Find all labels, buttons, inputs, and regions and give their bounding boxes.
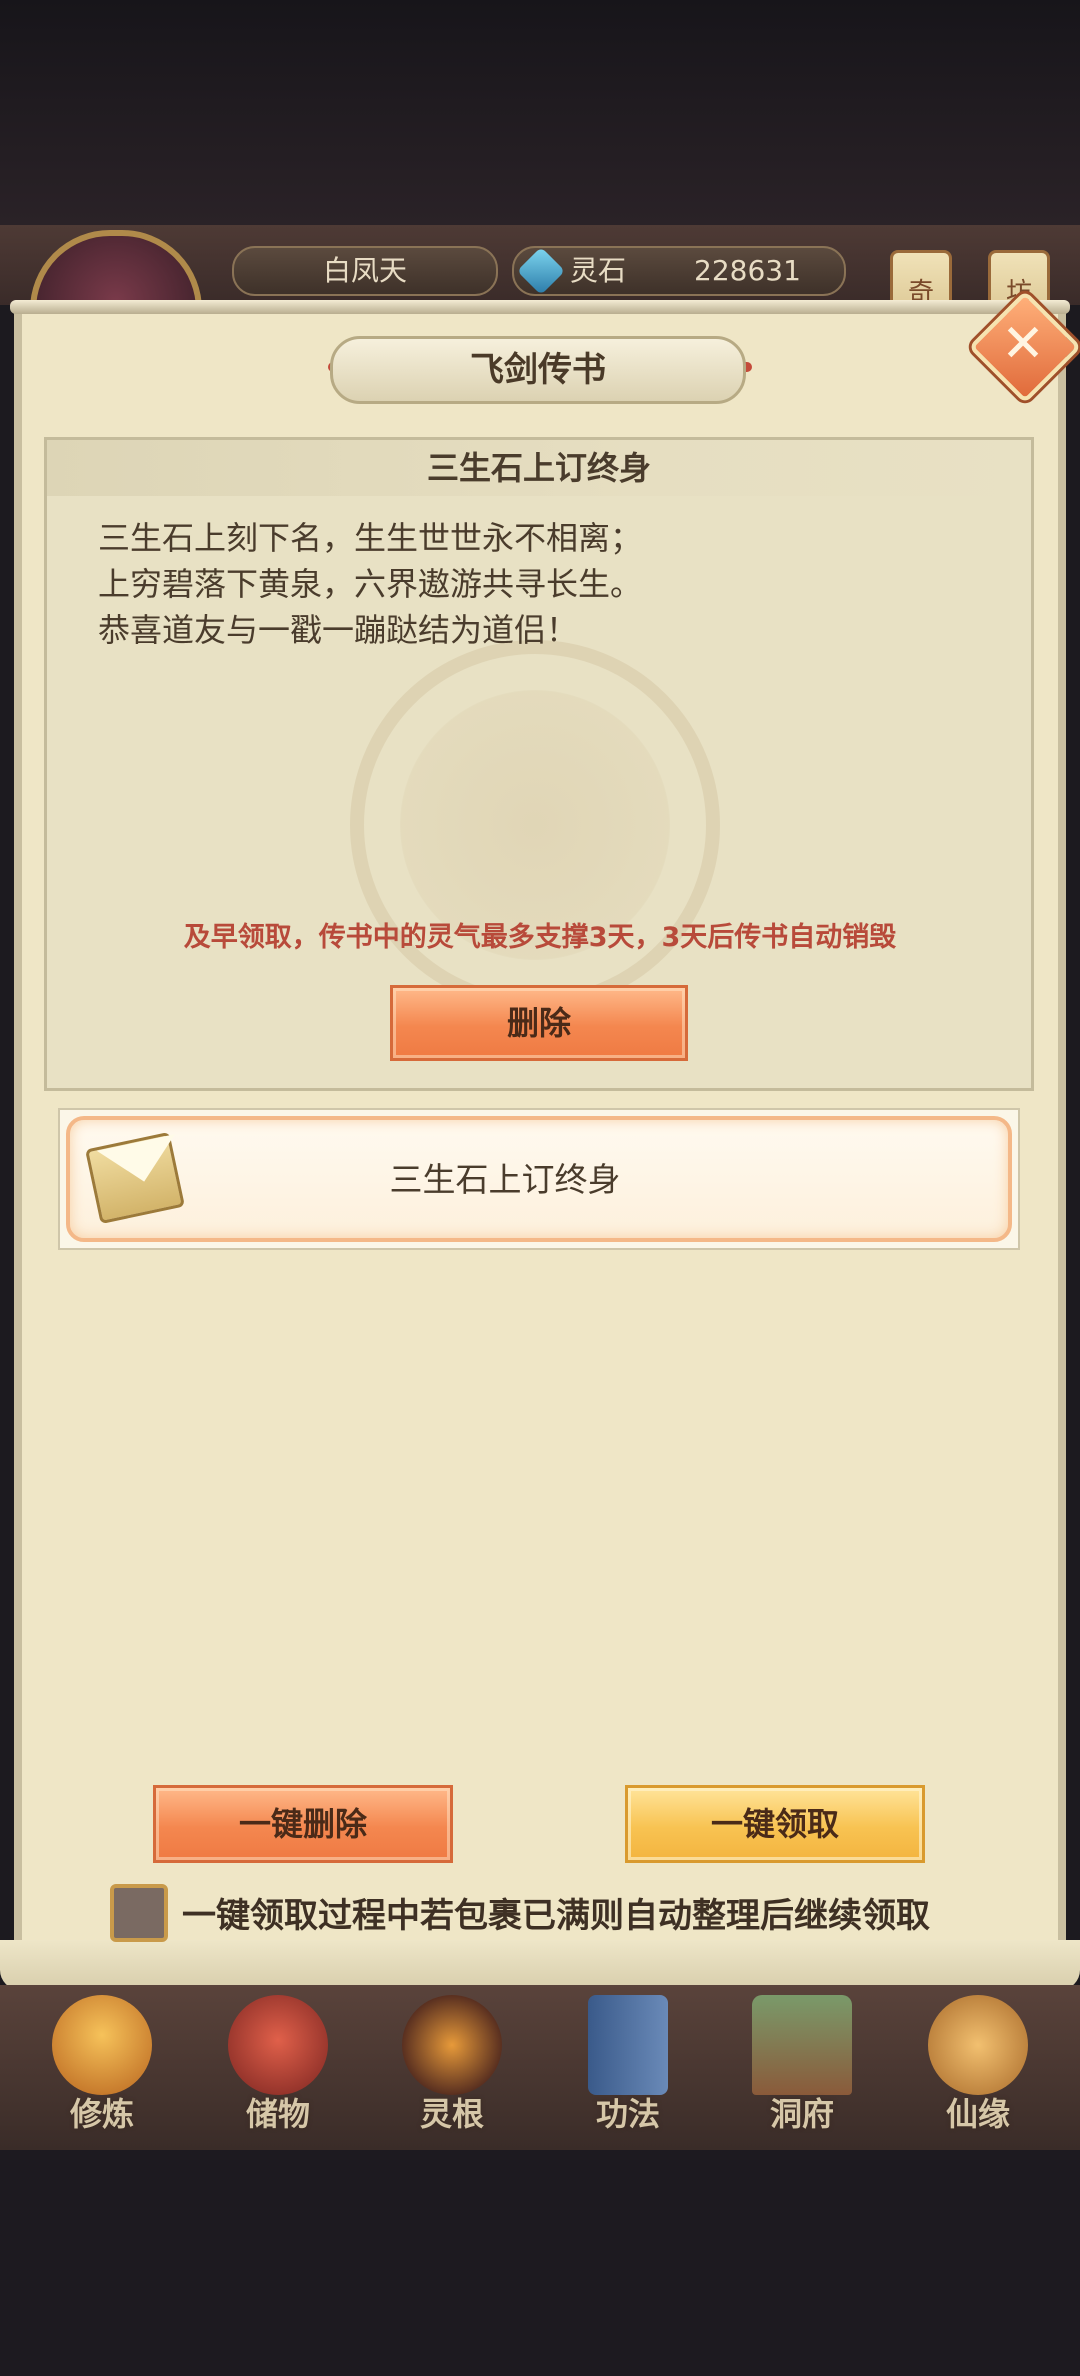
cultivation-icon (52, 1995, 152, 2095)
dialog-title: 飞剑传书 (330, 336, 746, 404)
spirit-stone-counter: 灵石 228631 (512, 246, 846, 296)
nav-label: 洞府 (769, 2095, 834, 2133)
immortal-fate-icon (928, 1995, 1028, 2095)
cave-dwelling-icon (752, 1995, 852, 2095)
bulk-delete-button[interactable]: 一键删除 (153, 1785, 453, 1863)
mail-subject: 三生石上订终身 (47, 440, 1031, 496)
nav-item-storage[interactable]: 储物 (208, 1995, 348, 2145)
nav-label: 仙缘 (945, 2095, 1010, 2133)
nav-item-cultivation[interactable]: 修炼 (32, 1995, 172, 2145)
nav-label: 灵根 (419, 2095, 484, 2133)
spirit-stone-value: 228631 (694, 254, 801, 287)
player-name: 白凤天 (232, 246, 498, 296)
bulk-claim-button[interactable]: 一键领取 (625, 1785, 925, 1863)
storage-bag-icon (228, 1995, 328, 2095)
nav-label: 储物 (245, 2095, 310, 2133)
mail-body-line: 上穷碧落下黄泉，六界遨游共寻长生。 (98, 565, 643, 603)
bottom-dark-area (0, 2150, 1080, 2376)
expiry-warning: 及早领取，传书中的灵气最多支撑3天，3天后传书自动销毁 (183, 922, 897, 953)
spirit-root-icon (402, 1995, 502, 2095)
mail-body: 三生石上刻下名，生生世世永不相离； 上穷碧落下黄泉，六界遨游共寻长生。 恭喜道友… (98, 515, 978, 653)
delete-button[interactable]: 删除 (390, 985, 688, 1061)
scroll-top-rod (10, 300, 1070, 314)
spirit-stone-label: 灵石 (570, 254, 627, 287)
mail-body-line: 恭喜道友与一戳一蹦跶结为道侣！ (98, 611, 579, 649)
nav-label: 修炼 (69, 2095, 134, 2133)
mail-list-item-subject: 三生石上订终身 (389, 1160, 621, 1199)
nav-item-immortal-fate[interactable]: 仙缘 (908, 1995, 1048, 2145)
auto-sort-label: 一键领取过程中若包裹已满则自动整理后继续领取 (182, 1896, 930, 1936)
close-icon[interactable]: ✕ (993, 316, 1053, 372)
nav-item-technique[interactable]: 功法 (558, 1995, 698, 2145)
auto-sort-checkbox[interactable] (110, 1884, 168, 1942)
nav-label: 功法 (595, 2095, 660, 2133)
top-dark-area (0, 0, 1080, 225)
scroll-bottom-edge (0, 1940, 1080, 1990)
mail-body-line: 三生石上刻下名，生生世世永不相离； (98, 519, 643, 557)
nav-item-spirit-root[interactable]: 灵根 (382, 1995, 522, 2145)
technique-book-icon (588, 1995, 668, 2095)
nav-item-cave[interactable]: 洞府 (732, 1995, 872, 2145)
spirit-stone-icon (516, 246, 566, 296)
